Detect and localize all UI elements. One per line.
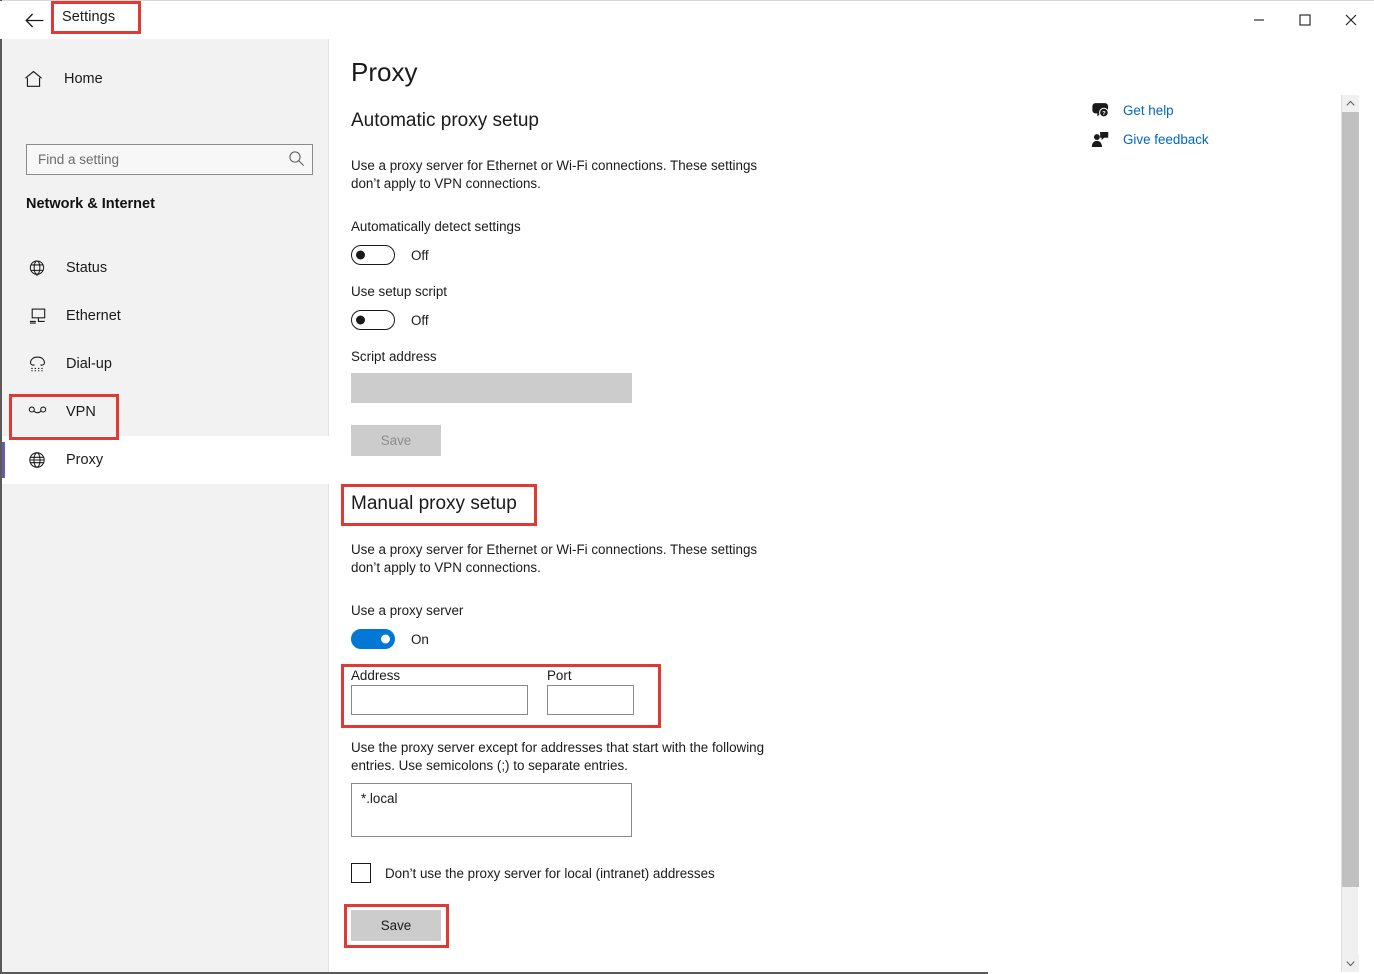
automatic-proxy-heading: Automatic proxy setup: [351, 110, 539, 132]
settings-window: Settings: [0, 0, 1374, 974]
title-bar: Settings: [0, 1, 1374, 39]
search-input[interactable]: [26, 144, 313, 175]
minimize-button[interactable]: [1236, 2, 1282, 38]
exceptions-textarea[interactable]: *.local: [351, 783, 632, 837]
vertical-scrollbar[interactable]: [1341, 95, 1358, 972]
manual-save-button[interactable]: Save: [351, 910, 441, 941]
ethernet-icon: [24, 307, 50, 325]
bypass-local-label: Don’t use the proxy server for local (in…: [385, 866, 715, 881]
manual-proxy-description: Use a proxy server for Ethernet or Wi-Fi…: [351, 541, 781, 577]
window-controls: [1236, 2, 1374, 38]
home-icon: [24, 70, 52, 88]
exceptions-description: Use the proxy server except for addresse…: [351, 739, 796, 775]
sidebar-item-label: Ethernet: [66, 308, 121, 324]
chevron-up-icon: [1346, 100, 1355, 107]
bypass-local-row: Don’t use the proxy server for local (in…: [351, 863, 715, 883]
help-bubble-icon: ?: [1089, 102, 1111, 119]
script-address-input[interactable]: [351, 373, 632, 403]
back-button[interactable]: [20, 7, 48, 33]
address-label: Address: [351, 668, 400, 683]
sidebar-item-home[interactable]: Home: [2, 59, 329, 99]
auto-detect-toggle-row: Off: [351, 245, 429, 265]
get-help-link[interactable]: ? Get help: [1089, 102, 1209, 119]
sidebar: Home Network & Internet: [2, 39, 329, 972]
use-proxy-toggle[interactable]: [351, 629, 395, 649]
bypass-local-checkbox[interactable]: [351, 863, 371, 883]
sidebar-category-title: Network & Internet: [26, 196, 155, 212]
sidebar-item-label: Proxy: [66, 452, 103, 468]
minimize-icon: [1253, 14, 1265, 26]
vpn-icon: [24, 404, 50, 420]
main-content: Proxy ? Get help: [329, 39, 1340, 972]
sidebar-item-status[interactable]: Status: [2, 244, 329, 292]
scroll-up-button[interactable]: [1342, 95, 1359, 112]
script-address-label: Script address: [351, 349, 437, 364]
port-input[interactable]: [547, 685, 634, 715]
sidebar-item-ethernet[interactable]: Ethernet: [2, 292, 329, 340]
auto-detect-state: Off: [411, 248, 429, 263]
setup-script-state: Off: [411, 313, 429, 328]
scrollbar-track[interactable]: [1342, 112, 1359, 955]
globe-status-icon: [24, 259, 50, 277]
automatic-proxy-description: Use a proxy server for Ethernet or Wi-Fi…: [351, 157, 781, 193]
app-title: Settings: [62, 9, 115, 25]
scrollbar-thumb[interactable]: [1342, 112, 1359, 887]
sidebar-item-proxy[interactable]: Proxy: [2, 436, 329, 484]
script-save-button[interactable]: Save: [351, 425, 441, 456]
maximize-icon: [1299, 14, 1311, 26]
sidebar-item-dialup[interactable]: Dial-up: [2, 340, 329, 388]
address-input[interactable]: [351, 685, 528, 715]
scroll-down-button[interactable]: [1342, 955, 1359, 972]
dialup-icon: [24, 355, 50, 373]
svg-text:?: ?: [1102, 111, 1106, 117]
globe-proxy-icon: [24, 451, 50, 469]
maximize-button[interactable]: [1282, 2, 1328, 38]
give-feedback-link[interactable]: Give feedback: [1089, 131, 1209, 148]
close-button[interactable]: [1328, 2, 1374, 38]
use-proxy-state: On: [411, 632, 429, 647]
search-container: [26, 144, 313, 175]
chevron-down-icon: [1346, 960, 1355, 967]
sidebar-item-vpn[interactable]: VPN: [2, 388, 329, 436]
use-proxy-toggle-row: On: [351, 629, 429, 649]
manual-proxy-heading: Manual proxy setup: [351, 493, 517, 515]
sidebar-item-label: Dial-up: [66, 356, 112, 372]
setup-script-toggle-row: Off: [351, 310, 429, 330]
help-links: ? Get help Give feedback: [1089, 102, 1209, 148]
use-proxy-label: Use a proxy server: [351, 603, 463, 618]
sidebar-item-label: Status: [66, 260, 107, 276]
feedback-person-icon: [1089, 131, 1111, 148]
close-icon: [1345, 14, 1357, 26]
sidebar-item-label: VPN: [66, 404, 96, 420]
page-title: Proxy: [351, 57, 417, 88]
auto-detect-label: Automatically detect settings: [351, 219, 521, 234]
get-help-label: Get help: [1123, 103, 1174, 118]
setup-script-toggle[interactable]: [351, 310, 395, 330]
sidebar-nav-list: Status Ethernet: [2, 244, 329, 484]
auto-detect-toggle[interactable]: [351, 245, 395, 265]
sidebar-home-label: Home: [64, 71, 103, 87]
setup-script-label: Use setup script: [351, 284, 447, 299]
give-feedback-label: Give feedback: [1123, 132, 1209, 147]
back-arrow-icon: [25, 13, 44, 28]
port-label: Port: [547, 668, 572, 683]
